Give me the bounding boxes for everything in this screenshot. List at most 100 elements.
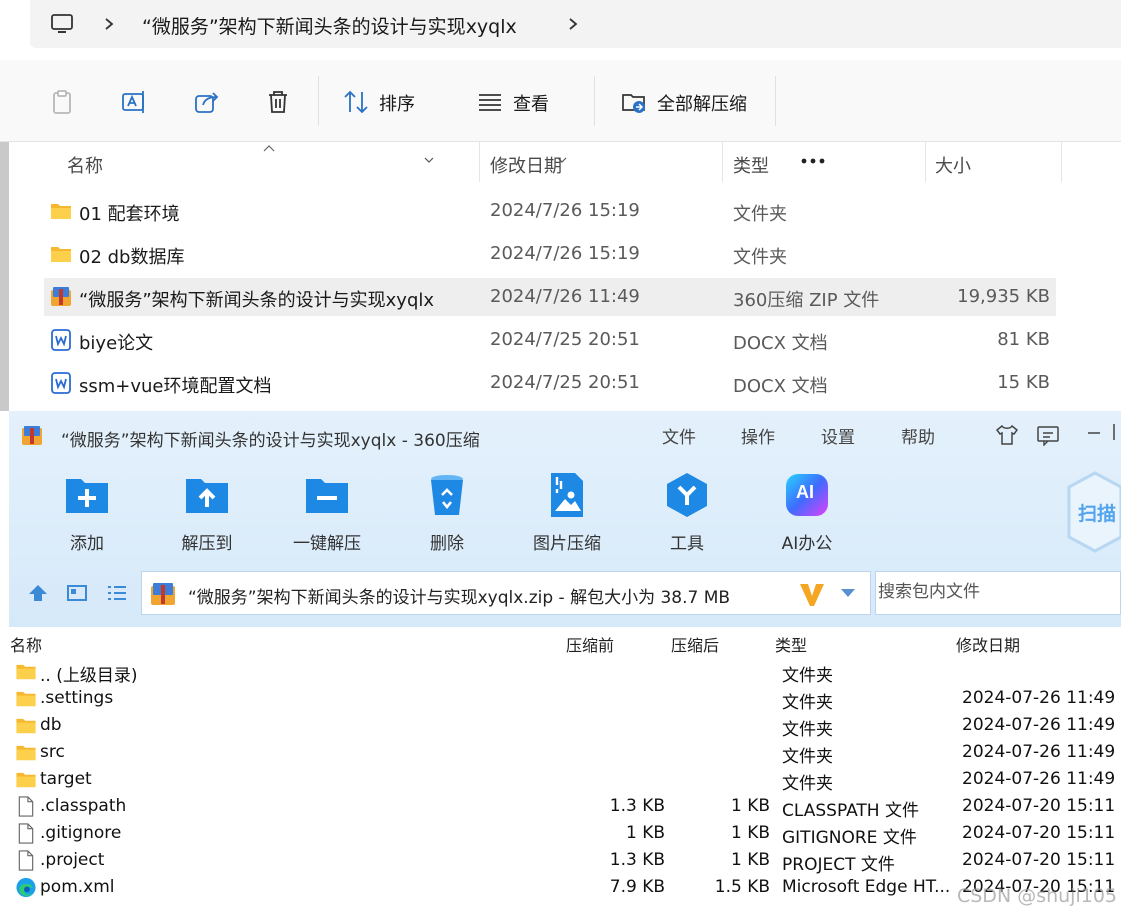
sort-ascending-icon (263, 145, 275, 152)
image-compress-label: 图片压缩 (533, 534, 601, 554)
file-row[interactable]: 02 db数据库 2024/7/26 15:19 文件夹 (44, 235, 1056, 273)
ai-office-label: AI办公 (781, 534, 833, 554)
this-pc-icon[interactable] (50, 12, 74, 36)
column-header-size[interactable]: 大小 (935, 152, 971, 178)
paste-icon[interactable] (48, 88, 76, 116)
column-header-name[interactable]: 名称 (67, 152, 103, 178)
file-icon (15, 850, 37, 871)
zip-entry-type: GITIGNORE 文件 (782, 828, 917, 848)
zip-column-type[interactable]: 类型 (775, 632, 807, 656)
chevron-down-icon[interactable] (424, 156, 434, 164)
tools-button[interactable]: 工具 (639, 471, 735, 561)
menu-settings[interactable]: 设置 (821, 423, 855, 448)
rename-icon[interactable] (120, 88, 148, 116)
zip-entry-modified: 2024-07-20 15:11 (962, 850, 1116, 870)
breadcrumb-folder[interactable]: “微服务”架构下新闻头条的设计与实现xyqlx (142, 12, 517, 39)
view-icon[interactable] (476, 88, 504, 116)
column-divider (722, 142, 723, 182)
zip-entry-row[interactable]: pom.xml 7.9 KB 1.5 KB Microsoft Edge HT... 2… (9, 874, 1121, 901)
scan-button[interactable]: 扫描 (1065, 471, 1121, 553)
sort-icon[interactable] (342, 88, 370, 116)
zip-entry-row[interactable]: db 文件夹 2024-07-26 11:49 (9, 712, 1121, 740)
one-click-extract-button[interactable]: 一键解压 (279, 471, 375, 561)
zip-entry-modified: 2024-07-26 11:49 (962, 715, 1116, 735)
delete-icon[interactable] (264, 88, 292, 116)
file-row[interactable]: biye论文 2024/7/25 20:51 DOCX 文档 81 KB (44, 321, 1056, 359)
zip-list-header: 名称 压缩前 压缩后 类型 修改日期 (9, 627, 1121, 657)
zip-entry-after: 1 KB (730, 850, 770, 870)
chevron-right-icon[interactable] (566, 14, 580, 34)
archive-search-box[interactable] (875, 571, 1121, 615)
menu-file[interactable]: 文件 (662, 423, 696, 448)
extract-all-button[interactable]: 全部解压缩 (657, 90, 747, 116)
file-row[interactable]: ssm+vue环境配置文档 2024/7/25 20:51 DOCX 文档 15 KB (44, 364, 1056, 402)
folder-icon (50, 200, 72, 222)
path-dropdown-icon[interactable] (840, 588, 856, 598)
share-icon[interactable] (193, 88, 221, 116)
tools-label: 工具 (670, 534, 704, 554)
ai-office-button[interactable]: AI AI办公 (759, 471, 855, 561)
zip-entry-row[interactable]: .settings 文件夹 2024-07-26 11:49 (9, 685, 1121, 713)
zip-entry-name: db (40, 715, 62, 735)
zip-entry-type: Microsoft Edge HT... (782, 877, 951, 897)
chevron-right-icon[interactable] (102, 14, 116, 34)
one-click-extract-label: 一键解压 (293, 534, 361, 554)
zip-entry-row[interactable]: src 文件夹 2024-07-26 11:49 (9, 739, 1121, 767)
details-view-icon[interactable] (66, 583, 88, 603)
one-click-extract-icon (306, 479, 348, 513)
zip-header: “微服务”架构下新闻头条的设计与实现xyqlx - 360压缩 文件 操作 设置… (9, 411, 1121, 627)
add-folder-icon (66, 479, 108, 513)
file-row[interactable]: 01 配套环境 2024/7/26 15:19 文件夹 (44, 192, 1056, 230)
folder-icon (15, 715, 37, 736)
file-modified: 2024/7/25 20:51 (490, 372, 640, 393)
zip-column-modified[interactable]: 修改日期 (956, 632, 1020, 656)
extract-all-icon[interactable] (620, 88, 648, 116)
toolbar-separator (775, 76, 776, 126)
zip-column-name[interactable]: 名称 (10, 632, 42, 656)
skin-shirt-icon[interactable] (994, 423, 1020, 447)
up-arrow-icon[interactable] (27, 583, 49, 603)
file-explorer-window: “微服务”架构下新闻头条的设计与实现xyqlx 排序 查看 全部解压缩 名称 修… (0, 0, 1121, 411)
word-doc-icon (50, 372, 72, 394)
zip-column-before[interactable]: 压缩前 (566, 632, 614, 656)
vip-v-icon[interactable] (798, 580, 826, 608)
more-options-icon[interactable] (800, 156, 828, 166)
address-bar[interactable]: “微服务”架构下新闻头条的设计与实现xyqlx (30, 0, 1121, 48)
zip-entry-row[interactable]: .project 1.3 KB 1 KB PROJECT 文件 2024-07-20 1… (9, 847, 1121, 875)
minimize-icon[interactable] (1087, 431, 1101, 435)
column-header-modified[interactable]: 修改日期 (490, 152, 562, 178)
archive-search-input[interactable] (878, 582, 1118, 602)
menu-help[interactable]: 帮助 (901, 423, 935, 448)
extract-to-button[interactable]: 解压到 (159, 471, 255, 561)
archive-path-bar[interactable]: “微服务”架构下新闻头条的设计与实现xyqlx.zip - 解包大小为 38.7… (141, 571, 871, 615)
view-button[interactable]: 查看 (513, 90, 549, 116)
file-modified: 2024/7/26 11:49 (490, 286, 640, 307)
scan-label: 扫描 (1078, 503, 1117, 525)
file-type: DOCX 文档 (733, 333, 828, 354)
feedback-icon[interactable] (1036, 424, 1060, 446)
delete-button[interactable]: 删除 (399, 471, 495, 561)
zip-entry-before: 1.3 KB (609, 850, 665, 870)
tools-icon (667, 473, 707, 517)
menu-operation[interactable]: 操作 (741, 423, 775, 448)
add-button[interactable]: 添加 (39, 471, 135, 561)
recycle-bin-icon (431, 475, 463, 515)
zip-entry-row[interactable]: target 文件夹 2024-07-26 11:49 (9, 766, 1121, 794)
image-compress-icon (551, 473, 583, 517)
maximize-icon[interactable] (1113, 423, 1121, 441)
list-view-icon[interactable] (106, 583, 128, 603)
file-name: ssm+vue环境配置文档 (79, 376, 272, 397)
zip-entry-name: target (40, 769, 92, 789)
file-icon (15, 796, 37, 817)
file-name: 02 db数据库 (79, 247, 185, 268)
image-compress-button[interactable]: 图片压缩 (519, 471, 615, 561)
zip-entry-row[interactable]: .. (上级目录) 文件夹 (9, 658, 1121, 686)
zip-entry-row[interactable]: .gitignore 1 KB 1 KB GITIGNORE 文件 2024-07-20… (9, 820, 1121, 848)
sort-button[interactable]: 排序 (379, 90, 415, 116)
file-row[interactable]: “微服务”架构下新闻头条的设计与实现xyqlx 2024/7/26 11:49 36… (44, 278, 1056, 316)
zip-entry-row[interactable]: .classpath 1.3 KB 1 KB CLASSPATH 文件 2024-07-… (9, 793, 1121, 821)
column-header-type[interactable]: 类型 (733, 152, 769, 178)
zip-column-after[interactable]: 压缩后 (671, 632, 719, 656)
archive-path-text: “微服务”架构下新闻头条的设计与实现xyqlx.zip - 解包大小为 38.7… (188, 588, 731, 608)
file-name: biye论文 (79, 333, 154, 354)
